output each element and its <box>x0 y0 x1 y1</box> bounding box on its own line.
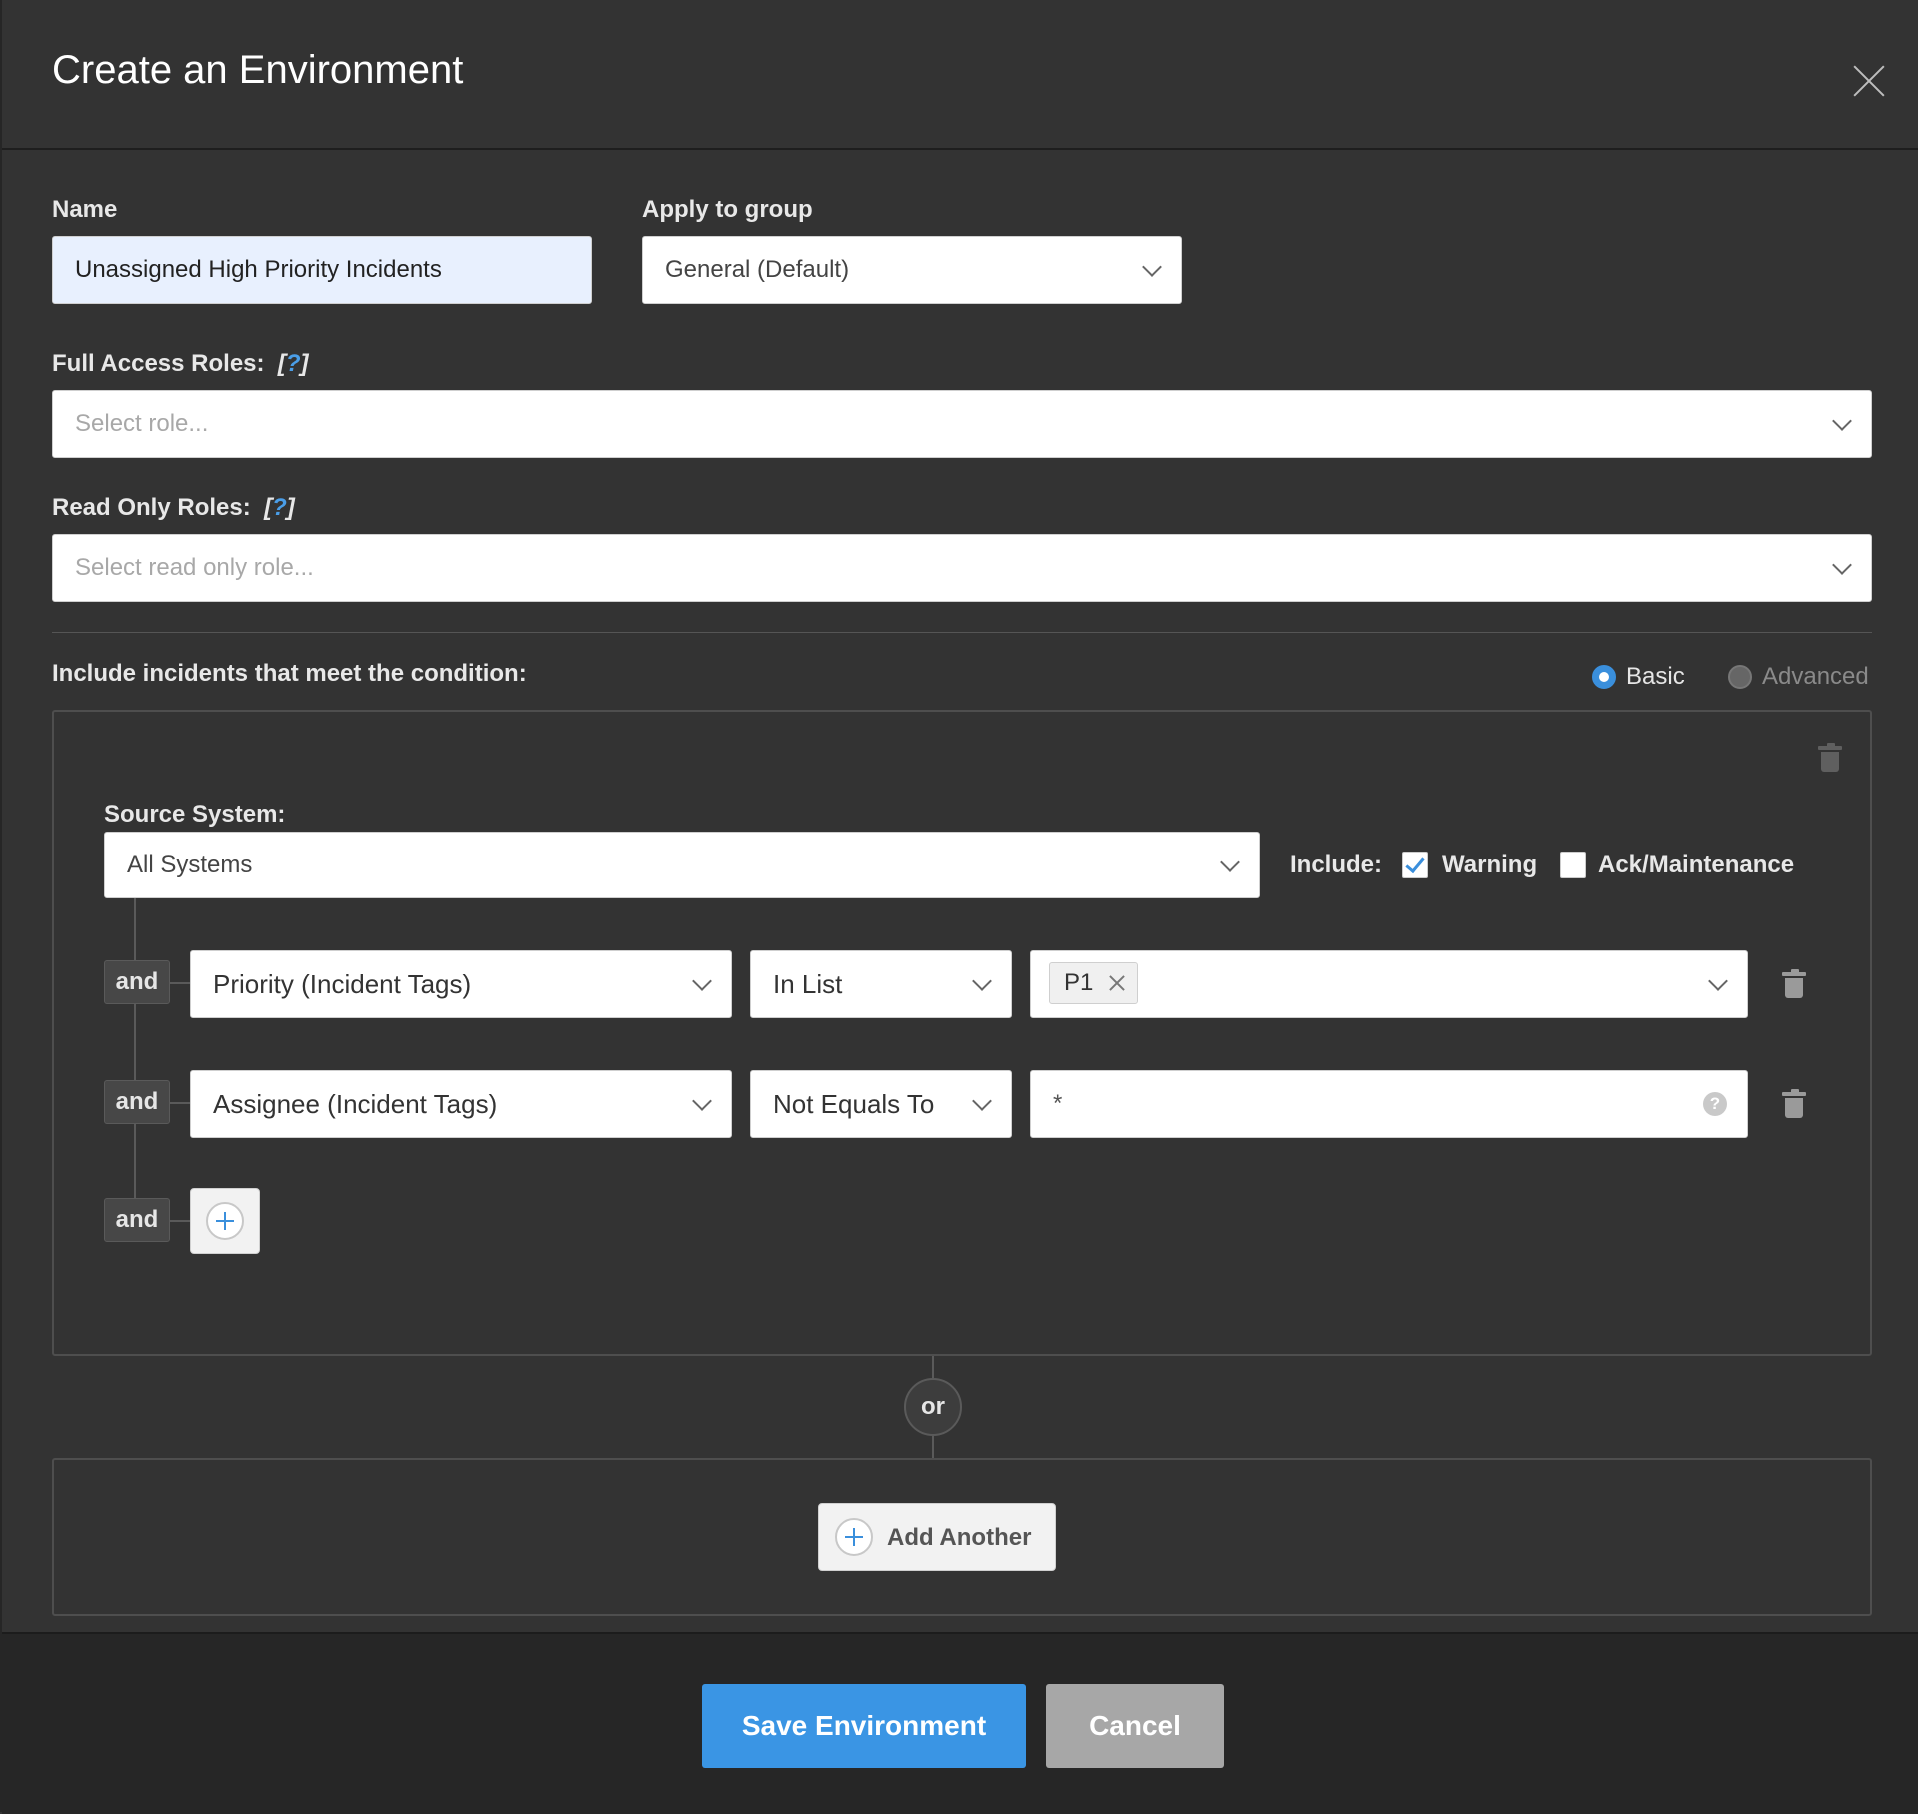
tree-connector-line <box>170 1220 190 1222</box>
source-system-label: Source System: <box>104 801 286 828</box>
add-condition-button[interactable] <box>190 1188 260 1254</box>
close-icon[interactable] <box>1852 64 1886 98</box>
name-label: Name <box>52 196 118 223</box>
and-connector: and <box>104 1080 170 1124</box>
value-tag-label: P1 <box>1064 969 1094 996</box>
add-another-label: Add Another <box>887 1524 1032 1551</box>
delete-group-trash-icon[interactable] <box>1818 743 1842 772</box>
chevron-down-icon <box>972 971 992 991</box>
chevron-down-icon <box>1832 411 1852 431</box>
source-system-value: All Systems <box>127 851 253 878</box>
cancel-button[interactable]: Cancel <box>1046 1684 1224 1768</box>
condition-field-select[interactable]: Assignee (Incident Tags) <box>190 1070 732 1138</box>
section-divider <box>52 632 1872 633</box>
or-connector: or <box>904 1378 962 1436</box>
full-access-roles-label: Full Access Roles: [?] <box>52 350 309 377</box>
full-access-roles-placeholder: Select role... <box>75 410 209 437</box>
name-input-value: Unassigned High Priority Incidents <box>75 256 442 283</box>
help-question-icon[interactable]: ? <box>1703 1092 1727 1116</box>
dialog-title: Create an Environment <box>52 48 464 92</box>
mode-advanced-radio[interactable]: Advanced <box>1728 663 1869 691</box>
and-connector: and <box>104 1198 170 1242</box>
condition-value-multiselect[interactable]: P1 <box>1030 950 1748 1018</box>
ack-maintenance-checkbox[interactable] <box>1560 852 1586 878</box>
condition-operator-value: Not Equals To <box>773 1088 935 1119</box>
condition-value-input[interactable]: * ? <box>1030 1070 1748 1138</box>
condition-operator-select[interactable]: In List <box>750 950 1012 1018</box>
or-connector-line <box>932 1356 934 1378</box>
create-environment-dialog: Create an Environment Name Unassigned Hi… <box>0 0 1918 1814</box>
tree-connector-line <box>134 898 136 1222</box>
help-link[interactable]: [?] <box>257 494 295 521</box>
and-connector: and <box>104 960 170 1004</box>
dialog-header: Create an Environment <box>2 0 1918 150</box>
full-access-roles-select[interactable]: Select role... <box>52 390 1872 458</box>
name-input[interactable]: Unassigned High Priority Incidents <box>52 236 592 304</box>
read-only-roles-placeholder: Select read only role... <box>75 554 314 581</box>
group-select[interactable]: General (Default) <box>642 236 1182 304</box>
condition-group <box>52 710 1872 1356</box>
read-only-roles-label: Read Only Roles: [?] <box>52 494 295 521</box>
condition-field-select[interactable]: Priority (Incident Tags) <box>190 950 732 1018</box>
condition-operator-select[interactable]: Not Equals To <box>750 1070 1012 1138</box>
mode-basic-label: Basic <box>1626 663 1685 690</box>
plus-icon <box>206 1202 244 1240</box>
source-system-select[interactable]: All Systems <box>104 832 1260 898</box>
chevron-down-icon <box>692 1091 712 1111</box>
ack-maintenance-label: Ack/Maintenance <box>1598 851 1795 878</box>
radio-selected-icon <box>1592 665 1616 689</box>
conditions-label: Include incidents that meet the conditio… <box>52 660 527 687</box>
condition-value-text: * <box>1053 1090 1063 1117</box>
help-link[interactable]: [?] <box>271 350 309 377</box>
chevron-down-icon <box>1142 257 1162 277</box>
save-environment-button[interactable]: Save Environment <box>702 1684 1026 1768</box>
plus-icon <box>835 1518 873 1556</box>
group-label: Apply to group <box>642 196 813 223</box>
value-tag: P1 <box>1049 962 1139 1004</box>
condition-operator-value: In List <box>773 968 843 999</box>
mode-advanced-label: Advanced <box>1762 663 1869 690</box>
delete-row-trash-icon[interactable] <box>1782 969 1806 998</box>
tree-connector-line <box>170 982 190 984</box>
radio-unselected-icon <box>1728 665 1752 689</box>
group-select-value: General (Default) <box>665 256 850 283</box>
chevron-down-icon <box>972 1091 992 1111</box>
add-another-button[interactable]: Add Another <box>818 1503 1056 1571</box>
mode-basic-radio[interactable]: Basic <box>1592 663 1685 691</box>
or-connector-line <box>932 1436 934 1458</box>
delete-row-trash-icon[interactable] <box>1782 1089 1806 1118</box>
warning-checkbox[interactable] <box>1402 852 1428 878</box>
warning-label: Warning <box>1442 851 1538 878</box>
read-only-roles-select[interactable]: Select read only role... <box>52 534 1872 602</box>
chevron-down-icon <box>1708 971 1728 991</box>
chevron-down-icon <box>1832 555 1852 575</box>
include-label: Include: <box>1290 851 1383 878</box>
condition-field-value: Priority (Incident Tags) <box>213 968 472 999</box>
chevron-down-icon <box>692 971 712 991</box>
tree-connector-line <box>170 1102 190 1104</box>
condition-field-value: Assignee (Incident Tags) <box>213 1088 498 1119</box>
remove-tag-icon[interactable] <box>1109 975 1125 991</box>
chevron-down-icon <box>1220 852 1240 872</box>
